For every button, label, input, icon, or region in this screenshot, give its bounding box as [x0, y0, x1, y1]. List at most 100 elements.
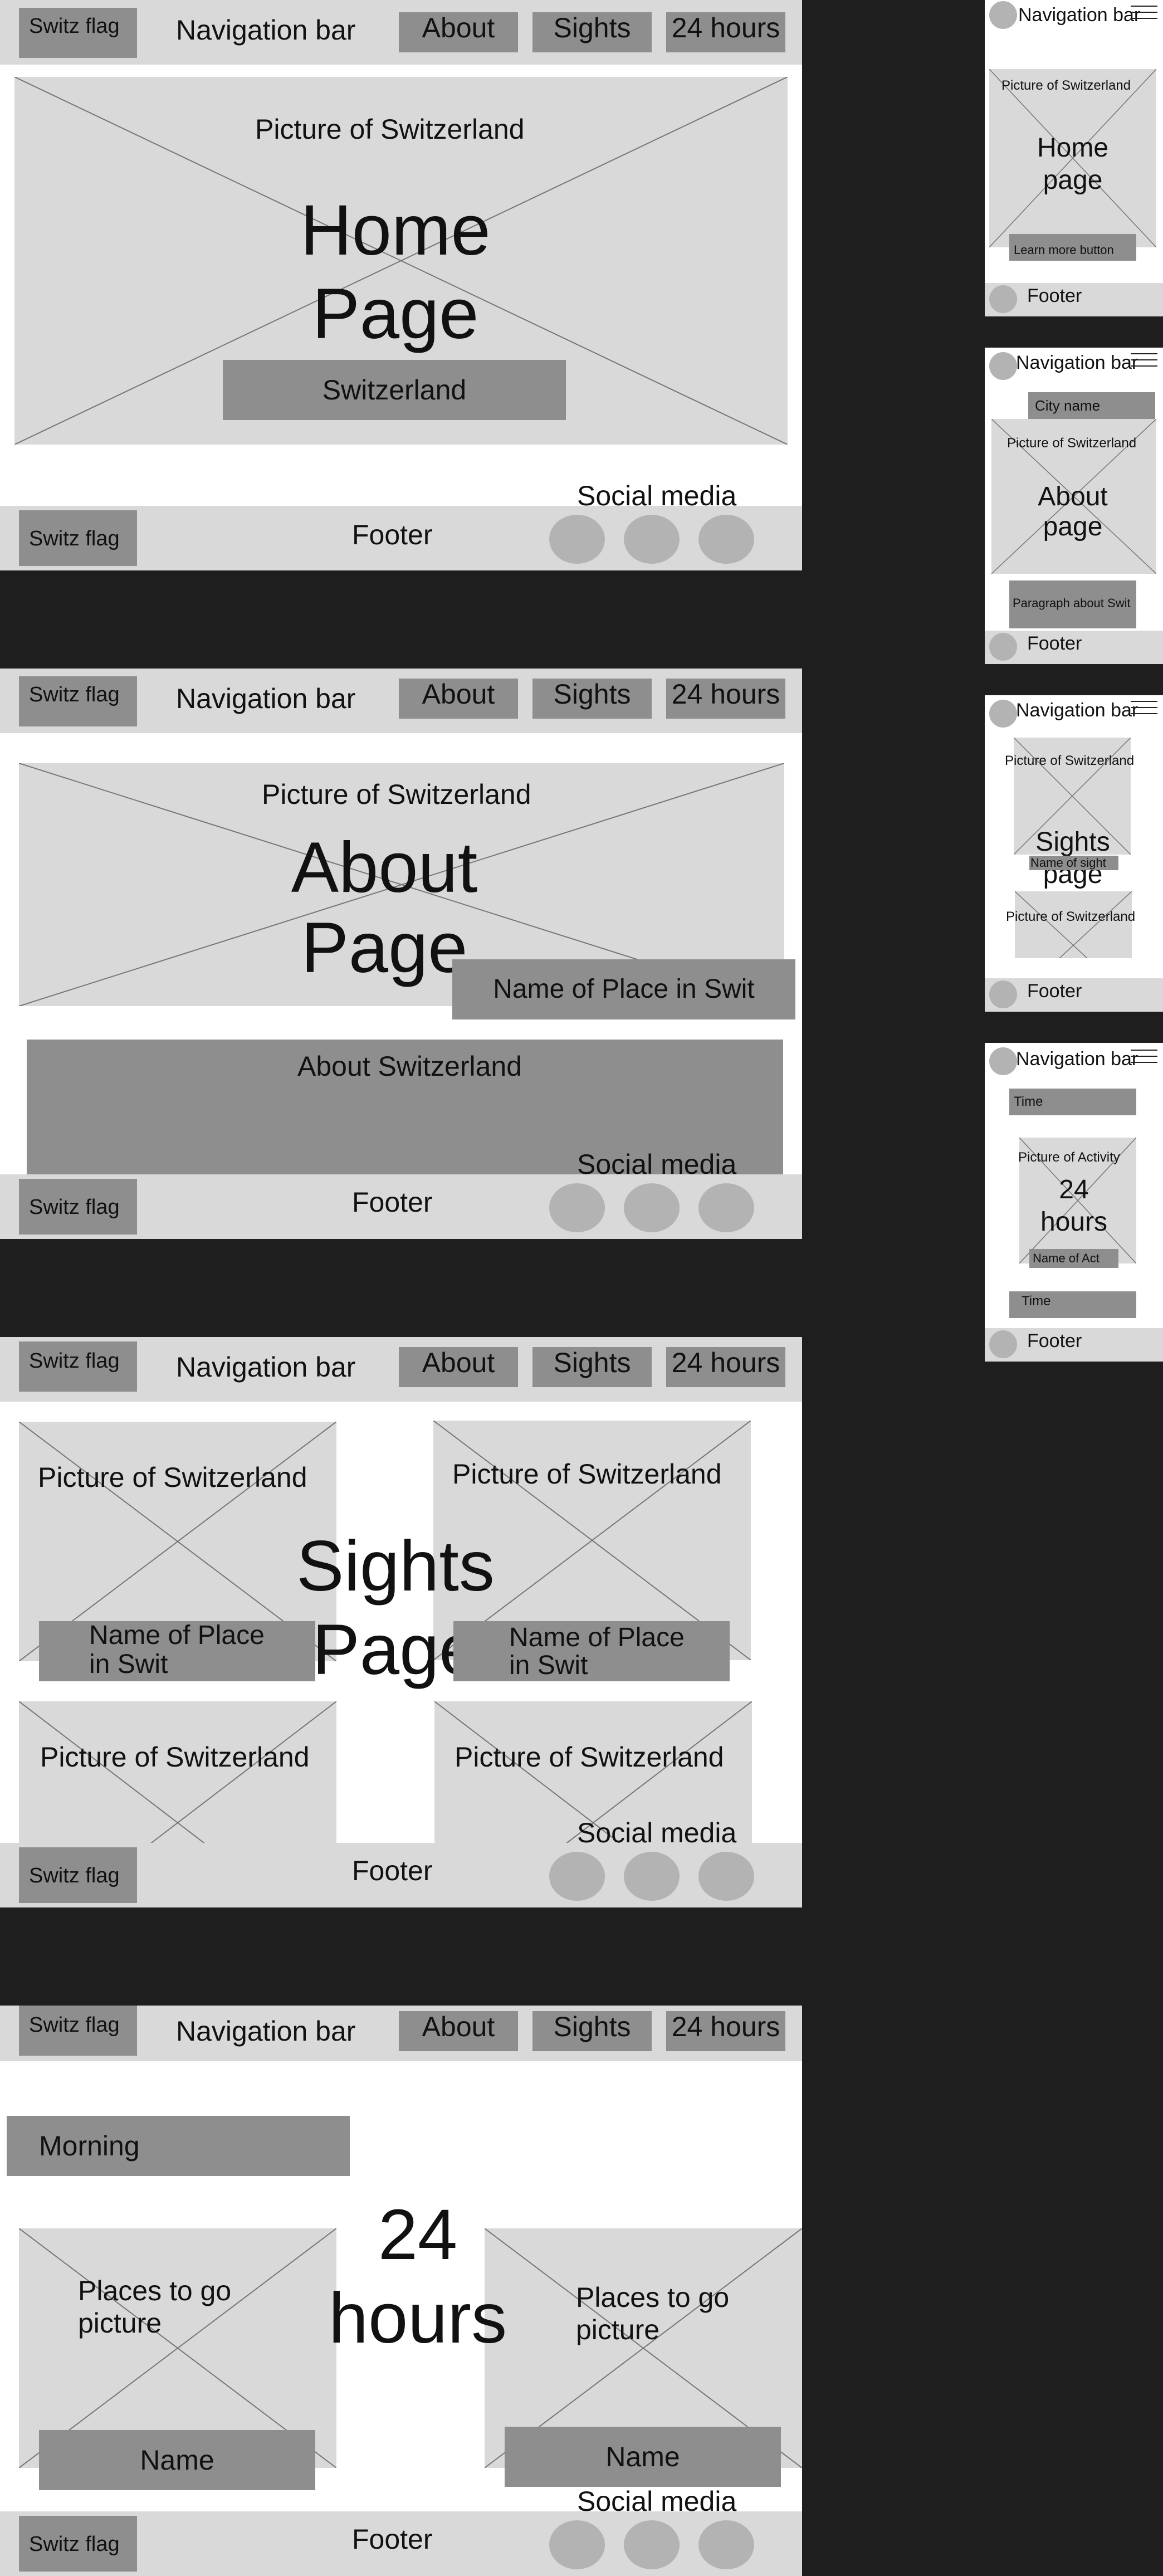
flag-circle-icon[interactable]: [989, 1, 1017, 29]
sight-name-2-line1: Name of Place: [509, 1623, 685, 1652]
nav-24hours-button[interactable]: 24 hours: [666, 679, 785, 719]
place-name-box-2: Name: [505, 2427, 781, 2487]
social-icon-3[interactable]: [698, 1852, 754, 1901]
sight-name-2-line2: in Swit: [509, 1651, 588, 1680]
nav-sights-button[interactable]: Sights: [532, 12, 652, 52]
desktop-24hours-frame: Switz flag Navigation bar About Sights 2…: [0, 2006, 802, 2576]
nav-about-button[interactable]: About: [399, 12, 518, 52]
nav-sights-button[interactable]: Sights: [532, 1347, 652, 1387]
paragraph-box: Paragraph about Swit: [1009, 580, 1136, 628]
page-title-line1: About: [291, 828, 478, 908]
nav-24hours-button[interactable]: 24 hours: [666, 1347, 785, 1387]
sight-name-box: Name of sight: [1029, 856, 1118, 870]
page-title-line1: Sights: [1035, 827, 1110, 857]
switzerland-button[interactable]: Switzerland: [223, 360, 566, 420]
flag-circle-icon[interactable]: [989, 352, 1017, 380]
footer-label: Footer: [352, 1855, 433, 1886]
sight-image-2: [1015, 891, 1132, 958]
footer-flag[interactable]: Switz flag: [19, 1179, 137, 1235]
social-icon-1[interactable]: [549, 515, 605, 564]
nav-title: Navigation bar: [1016, 700, 1138, 721]
nav-about-button[interactable]: About: [399, 2011, 518, 2051]
flag-logo[interactable]: Switz flag: [19, 2006, 137, 2056]
nav-about-button[interactable]: About: [399, 679, 518, 719]
city-name-box: City name: [1028, 392, 1155, 419]
social-icon-3[interactable]: [698, 515, 754, 564]
nav-sights-button[interactable]: Sights: [532, 2011, 652, 2051]
places-image-1-line2: picture: [78, 2307, 162, 2339]
hamburger-menu-icon[interactable]: [1131, 353, 1157, 375]
hamburger-menu-icon[interactable]: [1131, 1050, 1157, 1072]
page-title-line2: hours: [328, 2279, 507, 2358]
nav-title: Navigation bar: [176, 14, 356, 46]
places-image-1-line1: Places to go: [78, 2275, 232, 2306]
activity-name-box: Name of Act: [1029, 1249, 1118, 1268]
footer-flag-circle[interactable]: [989, 980, 1017, 1008]
desktop-home-frame: Switz flag Navigation bar About Sights 2…: [0, 0, 802, 570]
page-title-line2: Page: [312, 274, 479, 354]
sight-image-1-label: Picture of Switzerland: [38, 1462, 307, 1493]
footer-label: Footer: [352, 2524, 433, 2555]
sight-image-1-label: Picture of Switzerland: [1005, 753, 1135, 768]
social-icon-1[interactable]: [549, 1183, 605, 1232]
activity-image-label: Picture of Activity: [1018, 1150, 1120, 1165]
nav-title: Navigation bar: [1018, 4, 1141, 26]
page-title-line2: page: [1043, 165, 1103, 195]
about-image-label: Picture of Switzerland: [1007, 436, 1137, 451]
flag-logo[interactable]: Switz flag: [19, 8, 137, 58]
desktop-about-frame: Switz flag Navigation bar About Sights 2…: [0, 669, 802, 1239]
mobile-24hours-frame: Navigation bar Time Picture of Activity …: [985, 1043, 1163, 1362]
hamburger-menu-icon[interactable]: [1131, 6, 1157, 28]
flag-circle-icon[interactable]: [989, 700, 1017, 728]
nav-about-button[interactable]: About: [399, 1347, 518, 1387]
social-icon-3[interactable]: [698, 1183, 754, 1232]
page-title-line1: 24: [378, 2195, 458, 2275]
footer-flag-circle[interactable]: [989, 285, 1017, 313]
footer-label: Footer: [352, 519, 433, 550]
desktop-sights-frame: Switz flag Navigation bar About Sights 2…: [0, 1337, 802, 1907]
about-section-title: About Switzerland: [297, 1051, 522, 1082]
social-icon-2[interactable]: [624, 515, 680, 564]
page-title-line1: Home: [1037, 133, 1109, 163]
sight-image-2-label: Picture of Switzerland: [452, 1458, 722, 1490]
social-icon-1[interactable]: [549, 2520, 605, 2569]
flag-logo[interactable]: Switz flag: [19, 676, 137, 726]
nav-24hours-button[interactable]: 24 hours: [666, 12, 785, 52]
sight-image-3: [19, 1701, 336, 1846]
places-image-2-line2: picture: [576, 2314, 660, 2345]
footer-flag-circle[interactable]: [989, 1330, 1017, 1358]
hamburger-menu-icon[interactable]: [1131, 701, 1157, 723]
footer-flag[interactable]: Switz flag: [19, 2516, 137, 2572]
learn-more-button[interactable]: Learn more button: [1009, 234, 1136, 261]
sight-image-4-label: Picture of Switzerland: [455, 1741, 724, 1773]
hero-image-label: Picture of Switzerland: [1001, 78, 1131, 93]
sight-image-3-label: Picture of Switzerland: [40, 1741, 310, 1773]
social-icon-1[interactable]: [549, 1852, 605, 1901]
social-icon-2[interactable]: [624, 2520, 680, 2569]
nav-sights-button[interactable]: Sights: [532, 679, 652, 719]
nav-title: Navigation bar: [1016, 1048, 1138, 1070]
social-icon-2[interactable]: [624, 1183, 680, 1232]
page-title-line1: About: [1038, 482, 1108, 511]
mobile-about-frame: Navigation bar City name Picture of Swit…: [985, 348, 1163, 664]
footer-label: Footer: [352, 1187, 433, 1218]
page-title-line2: page: [1043, 512, 1103, 541]
footer-flag-circle[interactable]: [989, 633, 1017, 661]
footer-flag[interactable]: Switz flag: [19, 510, 137, 566]
footer-label: Footer: [1027, 980, 1082, 1002]
time-box-2: Time: [1009, 1291, 1136, 1318]
hero-image-label: Picture of Switzerland: [255, 114, 525, 145]
page-title-line1: 24: [1059, 1175, 1089, 1204]
flag-logo[interactable]: Switz flag: [19, 1341, 137, 1392]
flag-circle-icon[interactable]: [989, 1047, 1017, 1075]
sight-name-1-line1: Name of Place: [89, 1621, 265, 1650]
nav-24hours-button[interactable]: 24 hours: [666, 2011, 785, 2051]
social-icon-3[interactable]: [698, 2520, 754, 2569]
mobile-home-frame: Navigation bar Picture of Switzerland Ho…: [985, 0, 1163, 316]
social-icon-2[interactable]: [624, 1852, 680, 1901]
footer-flag[interactable]: Switz flag: [19, 1847, 137, 1903]
morning-label: Morning: [7, 2116, 350, 2176]
image-placeholder-cross-icon: [19, 1701, 336, 1846]
nav-title: Navigation bar: [176, 1352, 356, 1383]
place-name-box: Name of Place in Swit: [452, 959, 795, 1019]
